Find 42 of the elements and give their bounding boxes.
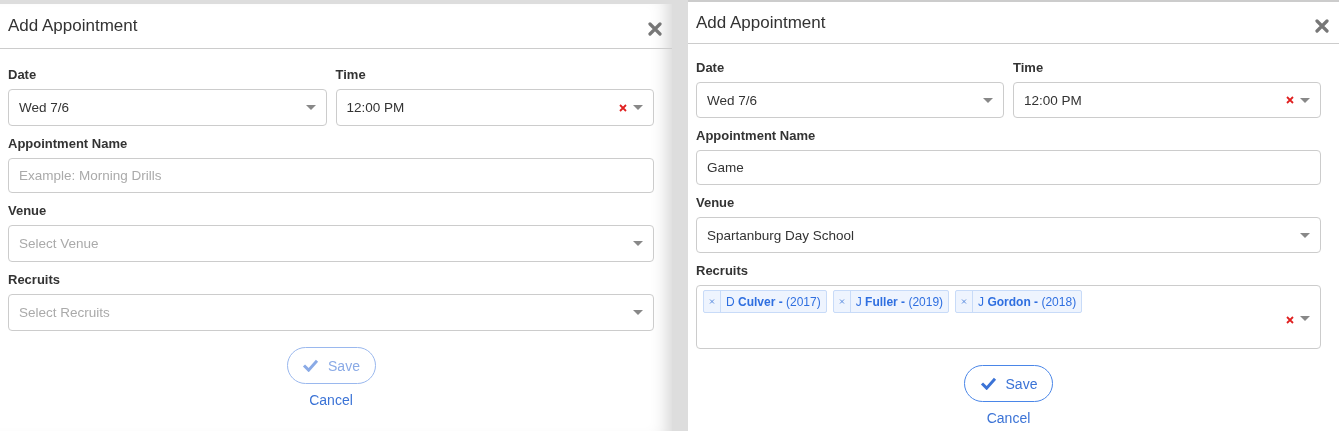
field-label: Date (8, 67, 38, 82)
caret-icon (1300, 232, 1310, 238)
clear-icon[interactable] (1286, 316, 1294, 324)
input-field[interactable]: Game (696, 150, 1321, 185)
multi-select-field[interactable]: D Culver - (2017) J Fuller - (2019) J Gordon - (2018) (696, 285, 1321, 349)
caret-icon (633, 241, 643, 246)
recruit-tag: J Gordon - (2018) (955, 290, 1083, 313)
cancel-link[interactable]: Cancel (986, 410, 1031, 426)
caret-icon (1300, 316, 1310, 321)
checkmark-icon (979, 377, 997, 390)
close-icon[interactable] (1315, 18, 1329, 33)
dropdown-field[interactable]: 12:00 PM (1013, 82, 1321, 118)
recruit-tag: J Fuller - (2019) (832, 290, 950, 313)
clear-icon[interactable] (1286, 96, 1294, 104)
clear-icon[interactable] (619, 103, 627, 112)
field-label: Time (1013, 60, 1045, 75)
dialog-title: Add Appointment (696, 12, 826, 33)
dialog-title: Add Appointment (8, 16, 138, 36)
caret-icon (633, 310, 643, 315)
recruit-tag: D Culver - (2017) (703, 290, 827, 313)
save-button[interactable]: Save (964, 365, 1053, 402)
field-label: Recruits (8, 272, 62, 287)
multi-select-field[interactable]: Select Recruits (8, 294, 654, 331)
dropdown-field[interactable]: Spartanburg Day School (696, 217, 1321, 253)
field-label: Appointment Name (8, 136, 129, 151)
field-label: Time (335, 67, 367, 82)
field-label: Appointment Name (696, 128, 817, 143)
caret-icon (305, 105, 316, 110)
cancel-link[interactable]: Cancel (309, 392, 353, 408)
caret-icon (983, 97, 993, 103)
field-label: Recruits (696, 263, 750, 278)
input-field[interactable]: Example: Morning Drills (8, 158, 654, 193)
caret-icon (633, 105, 643, 110)
dropdown-field[interactable]: Wed 7/6 (8, 89, 327, 126)
caret-icon (1300, 97, 1310, 103)
dropdown-field[interactable]: 12:00 PM (335, 89, 654, 126)
field-label: Date (696, 60, 726, 75)
field-label: Venue (696, 195, 736, 210)
checkmark-icon (302, 359, 320, 372)
dropdown-field[interactable]: Wed 7/6 (696, 82, 1004, 118)
field-label: Venue (8, 203, 48, 218)
close-icon[interactable] (648, 22, 662, 36)
